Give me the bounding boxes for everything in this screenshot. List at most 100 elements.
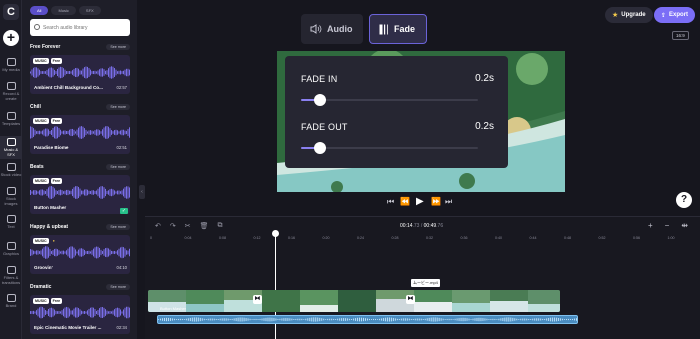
waveform (30, 126, 130, 139)
search-icon (34, 24, 40, 30)
zoom-in-icon[interactable]: + (648, 221, 653, 230)
search-input[interactable] (43, 22, 127, 33)
see-more-button[interactable]: See more (106, 103, 130, 110)
tab-sfx[interactable]: SFX (78, 6, 101, 15)
search-box (30, 19, 130, 36)
skip-back-icon[interactable]: ⏮ (387, 197, 394, 207)
fade-popup: FADE IN 0.2s FADE OUT 0.2s (285, 56, 508, 168)
tab-fade[interactable]: Fade (369, 14, 427, 44)
track-card[interactable]: MUSIC ● Groovin' 04:10 (30, 235, 130, 274)
ruler-tick-label: 0:48 (564, 236, 571, 240)
brand-icon (6, 294, 16, 302)
sidebar-item-templates[interactable]: Templates (0, 112, 22, 126)
shapes-icon (6, 242, 16, 250)
track-name: Epic Cinematic Movie Trailer ... (34, 325, 102, 330)
filters-icon (6, 266, 16, 274)
track-card[interactable]: MUSIC Free Paradise Biome 02:51 (30, 115, 130, 154)
audio-library-panel: All Music SFX Free Forever See more MUSIC… (22, 0, 137, 339)
zoom-out-icon[interactable]: − (665, 221, 670, 230)
ruler-tick-label: 0:20 (322, 236, 330, 240)
timeline-ruler[interactable]: 0 0:04 0:08 0:12 0:16 0:20 0:24 0:28 0:32 0:36 0:4… (145, 234, 700, 244)
track-name: Paradise Biome (34, 145, 69, 150)
sidebar-item-text[interactable]: Text (0, 215, 22, 229)
aspect-ratio-button[interactable]: 16:9 (672, 31, 689, 40)
waveform (30, 246, 130, 259)
ruler-tick-label: 0:28 (391, 236, 399, 240)
transition-icon[interactable]: ⧓ (406, 295, 415, 304)
playhead-handle[interactable] (272, 230, 279, 237)
track-card[interactable]: MUSIC Free Epic Cinematic Movie Trailer .… (30, 295, 130, 334)
sidebar-item-record[interactable]: Record & create (0, 82, 22, 101)
fit-timeline-icon[interactable]: ⇹ (681, 221, 688, 230)
undo-icon[interactable]: ↶ (155, 222, 161, 230)
see-more-button[interactable]: See more (106, 223, 130, 230)
see-more-button[interactable]: See more (106, 163, 130, 170)
section-chill: Chill See more MUSIC Free Paradise Biome 0… (30, 102, 130, 154)
play-icon[interactable]: ▶ (416, 196, 424, 207)
redo-icon[interactable]: ↷ (170, 222, 176, 230)
track-card[interactable]: MUSIC Free Ambient Chill Background Co...… (30, 55, 130, 94)
help-button[interactable]: ? (676, 192, 692, 208)
ruler-tick-label: 0:56 (633, 236, 640, 240)
sidebar-item-stock-video[interactable]: Stock video (0, 163, 22, 177)
ruler-tick-label: 0:16 (288, 236, 295, 240)
zoom-tools: + − ⇹ (648, 221, 688, 230)
fade-out-label: FADE OUT (301, 122, 348, 132)
fade-icon (379, 24, 388, 34)
ruler-tick-label: 0:52 (598, 236, 606, 240)
waveform (30, 306, 130, 319)
text-icon (6, 215, 16, 223)
skip-forward-icon[interactable]: ⏭ (445, 197, 452, 207)
sidebar-item-my-media[interactable]: My media (0, 58, 22, 72)
delete-icon[interactable]: 🗑 (200, 222, 209, 230)
track-name: Groovin' (34, 265, 53, 270)
fade-in-knob[interactable] (314, 94, 327, 106)
add-media-button[interactable]: + (3, 30, 19, 46)
track-name: Ambient Chill Background Co... (34, 85, 103, 90)
rewind-icon[interactable]: ⏪ (400, 197, 410, 206)
see-more-button[interactable]: See more (106, 283, 130, 290)
sidebar-item-graphics[interactable]: Graphics (0, 242, 22, 256)
time-readout: 00:14.73 / 00:49.76 (400, 223, 444, 229)
section-title: Free Forever (30, 43, 61, 50)
section-dramatic: Dramatic See more MUSIC Free Epic Cinemati… (30, 282, 130, 334)
section-beats: Beats See more MUSIC Free Button Masher ✓ (30, 162, 130, 214)
fade-out-value: 0.2s (475, 121, 494, 132)
see-more-button[interactable]: See more (106, 43, 130, 50)
duplicate-icon[interactable]: ⧉ (218, 222, 223, 230)
fade-out-knob[interactable] (314, 142, 327, 154)
fast-forward-icon[interactable]: ⏩ (431, 197, 441, 206)
track-name: Button Masher (34, 205, 67, 210)
split-icon[interactable]: ✂ (185, 222, 191, 230)
audio-track[interactable] (157, 315, 578, 324)
section-title: Beats (30, 163, 44, 170)
fade-in-slider[interactable] (301, 94, 478, 106)
tab-music[interactable]: Music (51, 6, 76, 15)
fade-in-value: 0.2s (475, 73, 494, 84)
section-free-forever: Free Forever See more MUSIC Free Ambient C… (30, 42, 130, 94)
sidebar-item-filters[interactable]: Filters & transitions (0, 266, 22, 285)
upgrade-button[interactable]: ★ Upgrade (605, 7, 653, 23)
sidebar-item-brand[interactable]: Brand (0, 294, 22, 308)
ruler-tick-label: 0:44 (529, 236, 537, 240)
track-duration: 04:10 (116, 265, 127, 270)
ruler-tick-label: 0:04 (184, 236, 192, 240)
sidebar-item-music-sfx[interactable]: Music & SFX (0, 136, 22, 159)
sidebar-item-stock-images[interactable]: Stock images (0, 187, 22, 206)
export-button[interactable]: ⇪ Export (654, 7, 696, 23)
tab-audio[interactable]: Audio (301, 14, 363, 44)
waveform (30, 186, 130, 199)
ruler-tick-label: 0:24 (357, 236, 364, 240)
video-track[interactable] (148, 290, 560, 312)
camera-icon (6, 82, 16, 90)
ruler-tick-label: 0:32 (426, 236, 433, 240)
tab-all[interactable]: All (30, 6, 49, 15)
fade-out-slider[interactable] (301, 142, 478, 154)
ruler-tick-label: 0 (150, 236, 152, 240)
track-card[interactable]: MUSIC Free Button Masher ✓ (30, 175, 130, 214)
app-logo[interactable]: C (3, 4, 19, 20)
ruler-tick-label: 0:36 (460, 236, 468, 240)
collapse-panel-button[interactable]: ‹ (139, 185, 145, 199)
speaker-icon (310, 24, 322, 34)
transition-icon[interactable]: ⧓ (253, 295, 262, 304)
